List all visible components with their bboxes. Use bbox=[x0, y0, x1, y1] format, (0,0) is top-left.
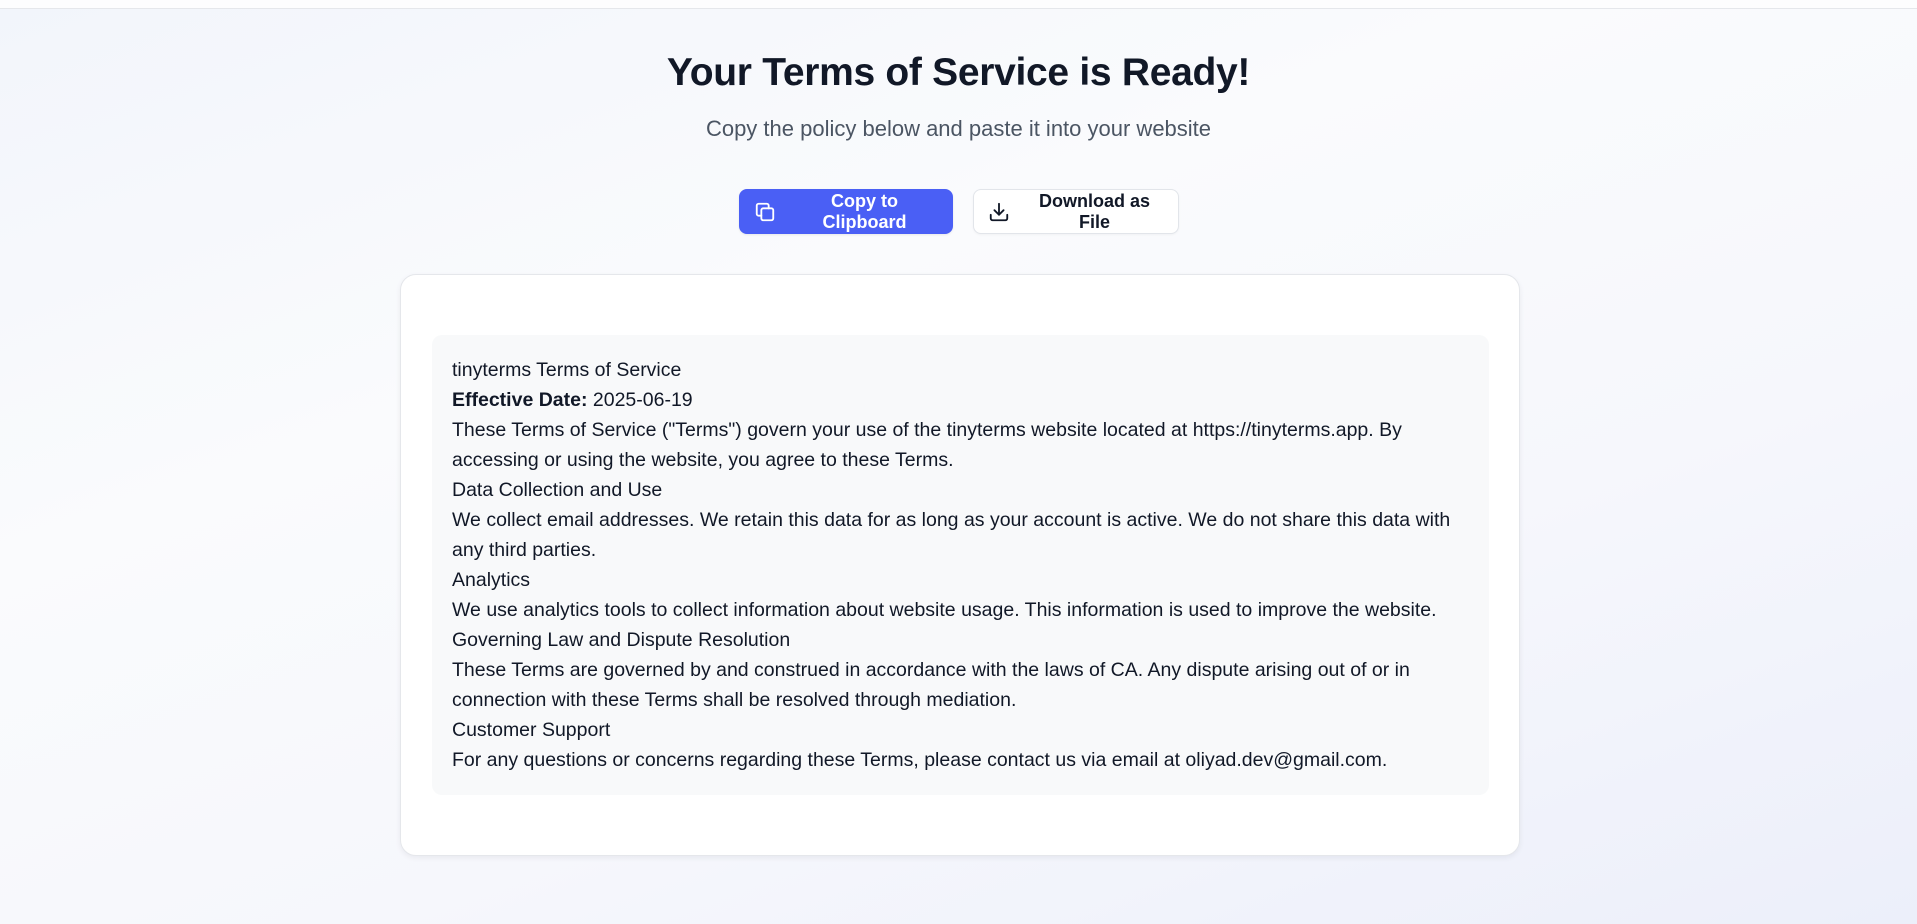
policy-title: tinyterms Terms of Service bbox=[452, 359, 682, 381]
section-body-customer-support: For any questions or concerns regarding … bbox=[452, 749, 1388, 771]
effective-date-line: Effective Date: 2025-06-19 bbox=[452, 385, 1469, 415]
section-heading-analytics: Analytics bbox=[452, 569, 531, 591]
action-bar: Copy to Clipboard Download as File bbox=[0, 189, 1917, 234]
section-heading-data-collection: Data Collection and Use bbox=[452, 479, 663, 501]
page-title: Your Terms of Service is Ready! bbox=[666, 51, 1251, 94]
section-heading-governing-law: Governing Law and Dispute Resolution bbox=[452, 629, 791, 651]
copy-icon bbox=[754, 201, 776, 223]
copy-button-label: Copy to Clipboard bbox=[822, 190, 907, 232]
policy-card: tinyterms Terms of Service Effective Dat… bbox=[400, 274, 1520, 856]
copy-to-clipboard-button[interactable]: Copy to Clipboard bbox=[738, 189, 953, 234]
section-body-data-collection: We collect email addresses. We retain th… bbox=[452, 509, 1451, 561]
page-subtitle: Copy the policy below and paste it into … bbox=[705, 116, 1212, 141]
download-button-label: Download as File bbox=[1038, 190, 1150, 232]
section-body-analytics: We use analytics tools to collect inform… bbox=[452, 599, 1437, 621]
page-header: Your Terms of Service is Ready! Copy the… bbox=[0, 46, 1917, 144]
top-border bbox=[0, 0, 1917, 9]
effective-date-value: 2025-06-19 bbox=[592, 389, 693, 411]
section-heading-customer-support: Customer Support bbox=[452, 719, 611, 741]
download-icon bbox=[988, 201, 1010, 223]
policy-text-box: tinyterms Terms of Service Effective Dat… bbox=[432, 335, 1489, 795]
section-body-governing-law: These Terms are governed by and construe… bbox=[452, 659, 1410, 711]
effective-date-label: Effective Date: bbox=[452, 389, 588, 411]
download-as-file-button[interactable]: Download as File bbox=[972, 189, 1179, 234]
policy-intro: These Terms of Service ("Terms") govern … bbox=[452, 419, 1402, 471]
